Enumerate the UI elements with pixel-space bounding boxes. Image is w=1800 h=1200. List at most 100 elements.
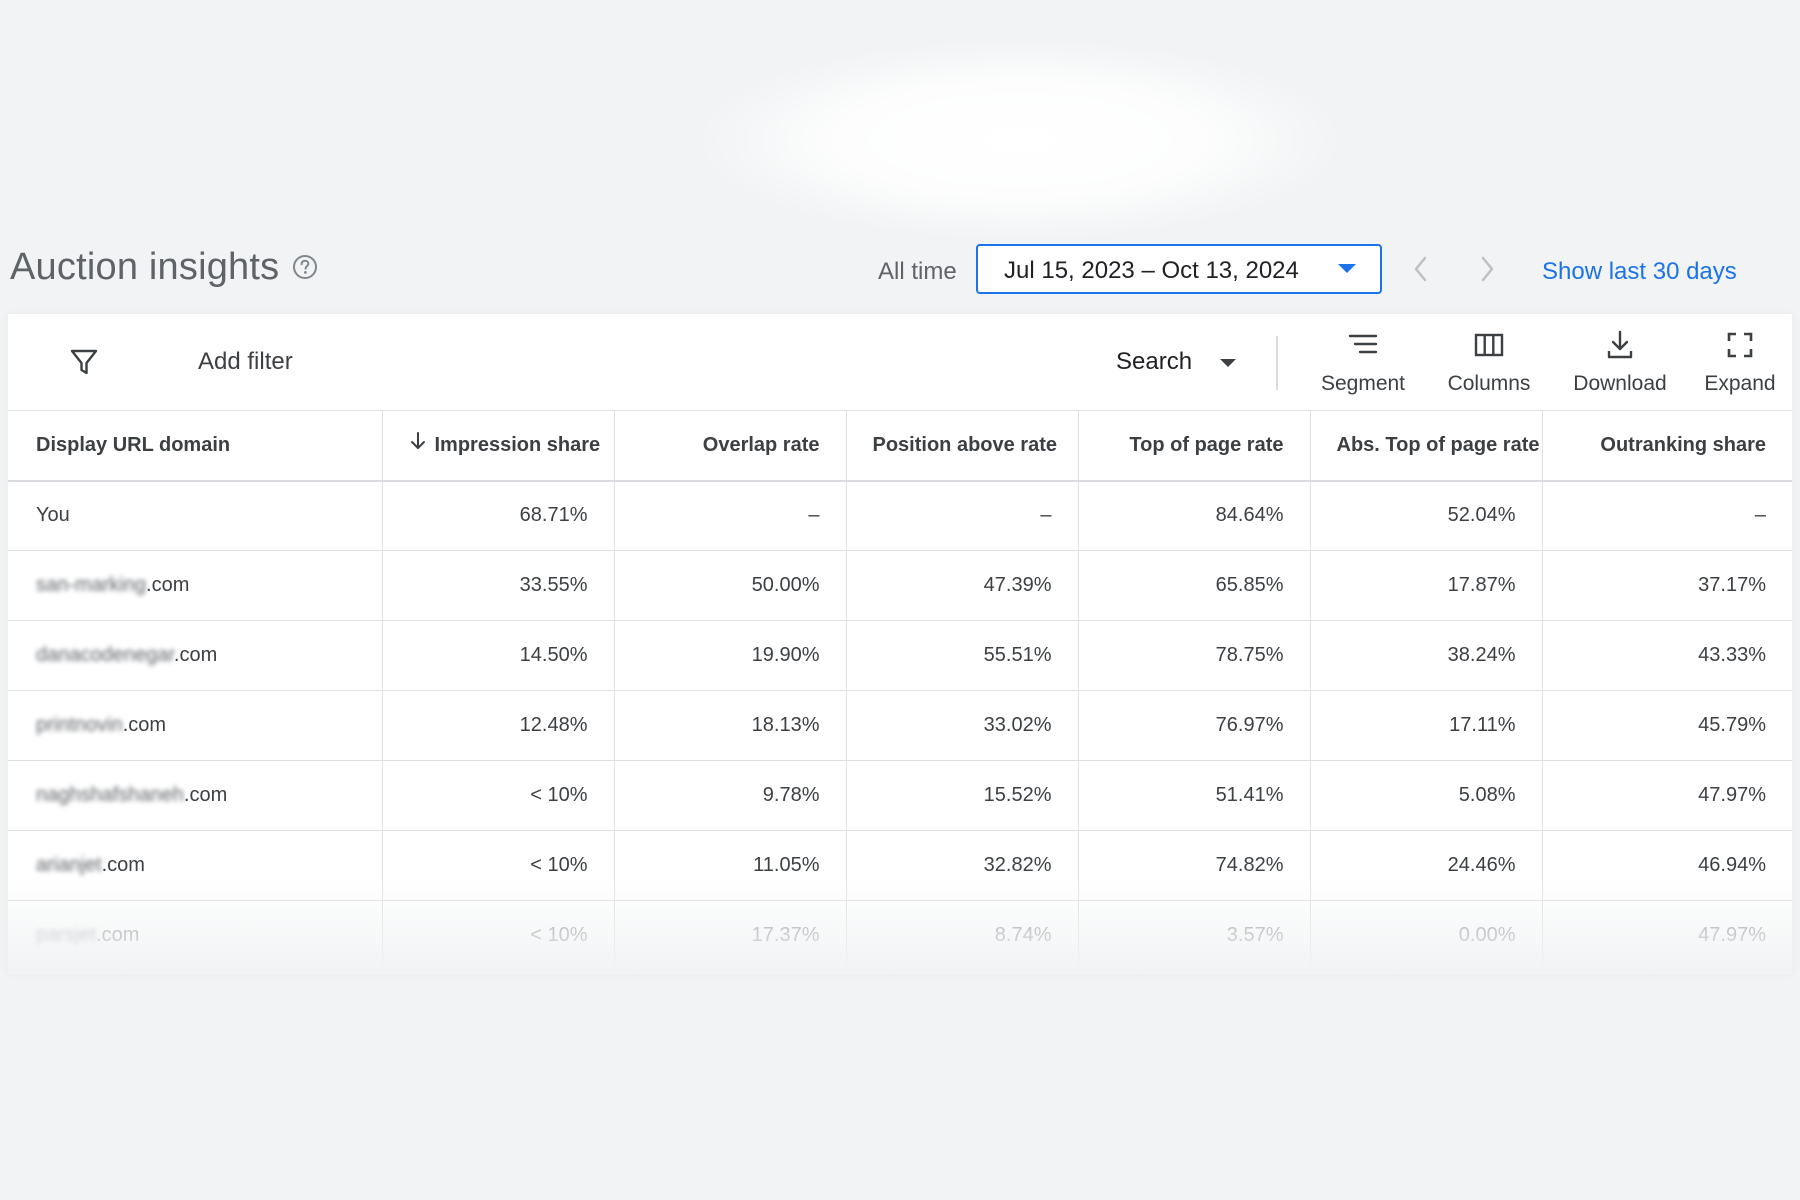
domain-cell: san-marking.com — [8, 550, 383, 621]
abs-top-of-page-rate-cell: 17.11% — [1310, 690, 1543, 761]
impression-share-cell: < 10% — [382, 830, 615, 901]
domain-name-blurred: san-marking — [36, 574, 147, 596]
domain-suffix: You — [36, 504, 70, 527]
overlap-rate-cell: 19.90% — [614, 620, 847, 691]
impression-share-cell: 14.50% — [382, 620, 615, 691]
domain-suffix: .com — [96, 924, 140, 946]
date-range-value: Jul 15, 2023 – Oct 13, 2024 — [1004, 257, 1299, 284]
impression-share-cell: 12.48% — [382, 690, 615, 761]
filter-icon[interactable] — [66, 344, 102, 380]
domain-cell: printnovin.com — [8, 690, 383, 761]
domain-suffix: .com — [173, 644, 218, 666]
top-of-page-rate-cell: 84.64% — [1078, 480, 1311, 551]
top-of-page-rate-cell: 51.41% — [1078, 760, 1311, 831]
domain-cell: parsjet.com — [8, 900, 383, 971]
impression-share-cell: < 10% — [382, 760, 615, 831]
date-preset-label: All time — [878, 258, 957, 285]
segment-lines-icon — [1346, 328, 1380, 362]
page-title: Auction insights — [10, 246, 280, 288]
abs-top-of-page-rate-cell: 0.00% — [1310, 900, 1543, 971]
position-above-rate-cell: 55.51% — [846, 620, 1079, 691]
header-impression-share[interactable]: Impression share — [382, 410, 615, 482]
arrow-down-icon — [409, 431, 427, 457]
top-glow — [700, 40, 1340, 240]
outranking-share-cell: 45.79% — [1542, 690, 1792, 761]
position-above-rate-cell: 32.82% — [846, 830, 1079, 901]
expand-button[interactable]: Expand — [1692, 328, 1788, 400]
download-button[interactable]: Download — [1560, 328, 1680, 400]
table-toolbar: Add filter Search Segment Columns Downlo… — [8, 314, 1792, 410]
header-label: Position above rate — [872, 433, 1058, 456]
position-above-rate-cell: 33.02% — [846, 690, 1079, 761]
abs-top-of-page-rate-cell: 5.08% — [1310, 760, 1543, 831]
outranking-share-cell: 43.33% — [1542, 620, 1792, 691]
position-above-rate-cell: 47.39% — [846, 550, 1079, 621]
overlap-rate-cell: 9.78% — [614, 760, 847, 831]
header-top-of-page-rate[interactable]: Top of page rate — [1078, 410, 1311, 482]
header-overlap-rate[interactable]: Overlap rate — [614, 410, 847, 482]
page-header: Auction insights All time Jul 15, 2023 –… — [0, 236, 1800, 306]
header-label: Impression share — [434, 433, 601, 456]
impression-share-cell: < 10% — [382, 900, 615, 971]
domain-name-blurred: danacodenegar — [36, 644, 174, 666]
domain-cell: arianjet.com — [8, 830, 383, 901]
overlap-rate-cell: 17.37% — [614, 900, 847, 971]
table-row: naghshafshaneh.com < 10% 9.78% 15.52% 51… — [8, 760, 1792, 831]
domain-name-blurred: arianjet — [36, 854, 102, 876]
campaign-type-dropdown[interactable]: Search — [1116, 344, 1246, 380]
table-row: You 68.71% – – 84.64% 52.04% – — [8, 480, 1792, 551]
overlap-rate-cell: 50.00% — [614, 550, 847, 621]
table-row: san-marking.com 33.55% 50.00% 47.39% 65.… — [8, 550, 1792, 621]
segment-label: Segment — [1320, 372, 1406, 395]
header-label: Abs. Top of page rate — [1336, 433, 1540, 456]
top-of-page-rate-cell: 74.82% — [1078, 830, 1311, 901]
header-label: Display URL domain — [36, 433, 231, 456]
header-outranking-share[interactable]: Outranking share — [1542, 410, 1792, 482]
segment-button[interactable]: Segment — [1308, 328, 1418, 400]
campaign-type-value: Search — [1116, 348, 1193, 375]
auction-insights-table: Display URL domain Impression share Over… — [8, 410, 1792, 971]
toolbar-divider — [1276, 336, 1278, 390]
header-label: Top of page rate — [1129, 433, 1284, 456]
domain-suffix: .com — [101, 854, 145, 876]
header-label: Overlap rate — [702, 433, 820, 456]
impression-share-cell: 68.71% — [382, 480, 615, 551]
date-range-picker[interactable]: Jul 15, 2023 – Oct 13, 2024 — [976, 244, 1382, 294]
abs-top-of-page-rate-cell: 52.04% — [1310, 480, 1543, 551]
download-label: Download — [1573, 372, 1667, 395]
header-abs-top-of-page-rate[interactable]: Abs. Top of page rate — [1310, 410, 1543, 482]
abs-top-of-page-rate-cell: 38.24% — [1310, 620, 1543, 691]
chevron-right-icon[interactable] — [1470, 252, 1504, 286]
columns-icon — [1472, 328, 1506, 362]
chevron-left-icon[interactable] — [1404, 252, 1438, 286]
impression-share-cell: 33.55% — [382, 550, 615, 621]
domain-name-blurred: naghshafshaneh — [36, 784, 184, 806]
caret-down-icon — [1338, 264, 1356, 273]
download-icon — [1603, 328, 1637, 362]
table-row: arianjet.com < 10% 11.05% 32.82% 74.82% … — [8, 830, 1792, 901]
table-row: printnovin.com 12.48% 18.13% 33.02% 76.9… — [8, 690, 1792, 761]
top-of-page-rate-cell: 76.97% — [1078, 690, 1311, 761]
header-position-above-rate[interactable]: Position above rate — [846, 410, 1079, 482]
domain-cell: naghshafshaneh.com — [8, 760, 383, 831]
columns-button[interactable]: Columns — [1434, 328, 1544, 400]
domain-suffix: .com — [146, 574, 190, 596]
outranking-share-cell: 37.17% — [1542, 550, 1792, 621]
outranking-share-cell: 47.97% — [1542, 900, 1792, 971]
domain-name-blurred: parsjet — [36, 924, 97, 946]
expand-corners-icon — [1723, 328, 1757, 362]
outranking-share-cell: 47.97% — [1542, 760, 1792, 831]
domain-cell: danacodenegar.com — [8, 620, 383, 691]
add-filter-button[interactable]: Add filter — [198, 348, 293, 376]
header-display-url-domain[interactable]: Display URL domain — [8, 410, 383, 482]
abs-top-of-page-rate-cell: 17.87% — [1310, 550, 1543, 621]
top-of-page-rate-cell: 78.75% — [1078, 620, 1311, 691]
show-last-30-days-link[interactable]: Show last 30 days — [1542, 258, 1737, 286]
caret-down-icon — [1220, 359, 1236, 367]
help-icon[interactable] — [292, 254, 318, 280]
overlap-rate-cell: 18.13% — [614, 690, 847, 761]
header-label: Outranking share — [1600, 433, 1766, 456]
columns-label: Columns — [1447, 372, 1531, 395]
outranking-share-cell: 46.94% — [1542, 830, 1792, 901]
position-above-rate-cell: – — [846, 480, 1079, 551]
